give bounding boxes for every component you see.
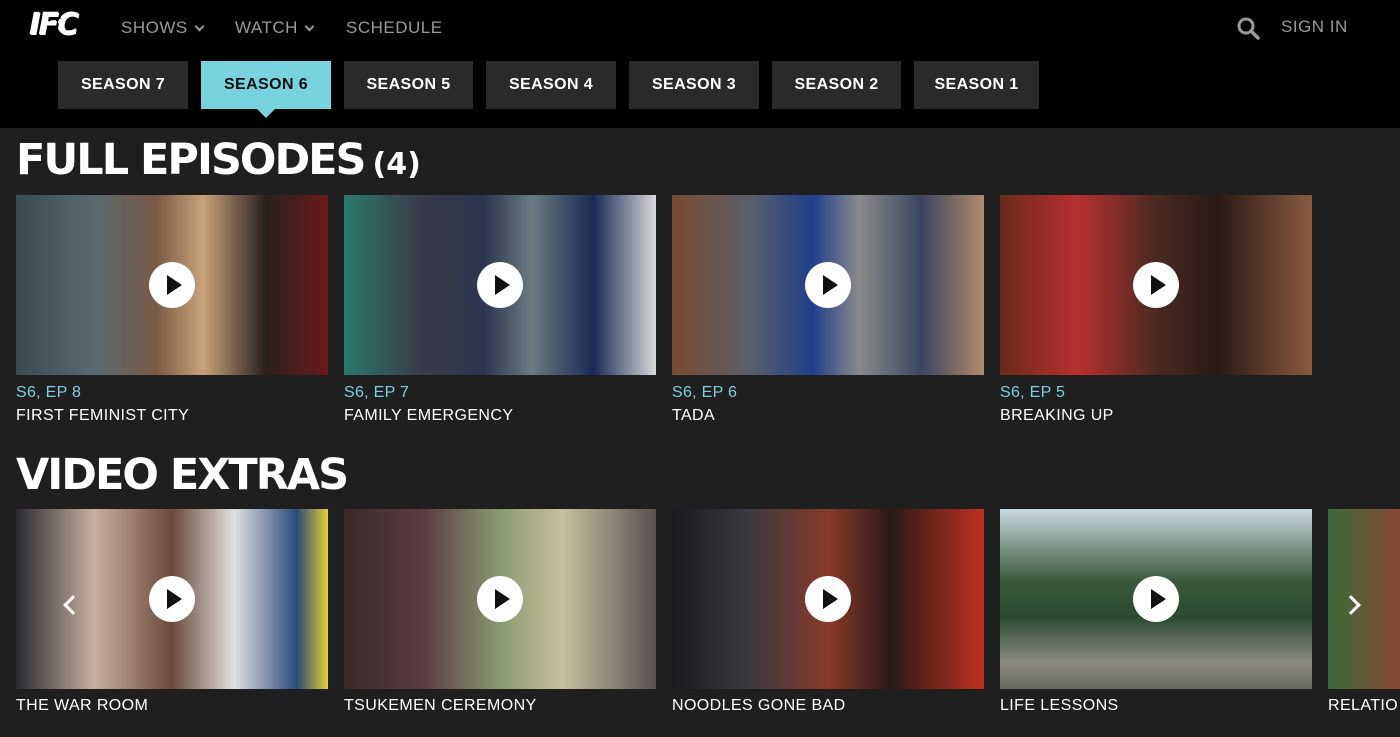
nav-shows-label: SHOWS bbox=[121, 18, 188, 37]
full-episodes-count: (4) bbox=[372, 147, 421, 182]
nav-shows[interactable]: SHOWS bbox=[121, 17, 205, 39]
episode-card[interactable]: S6, EP 8 FIRST FEMINIST CITY bbox=[16, 195, 328, 424]
episode-title[interactable]: TADA bbox=[672, 407, 715, 425]
chevron-down-icon bbox=[304, 21, 315, 31]
ifc-logo[interactable]: IFC bbox=[30, 8, 92, 44]
nav-schedule[interactable]: SCHEDULE bbox=[346, 17, 443, 39]
episode-card[interactable]: S6, EP 6 TADA bbox=[672, 195, 984, 424]
extra-thumbnail[interactable] bbox=[1000, 509, 1312, 689]
extra-title[interactable]: THE WAR ROOM bbox=[16, 697, 148, 715]
tab-season-3[interactable]: SEASON 3 bbox=[629, 61, 759, 109]
extra-card[interactable]: THE WAR ROOM bbox=[16, 509, 328, 714]
extra-title[interactable]: LIFE LESSONS bbox=[1000, 697, 1119, 715]
episode-number: S6, EP 8 bbox=[16, 384, 82, 401]
nav-schedule-label: SCHEDULE bbox=[346, 18, 443, 37]
tab-season-7[interactable]: SEASON 7 bbox=[58, 61, 188, 109]
play-icon[interactable] bbox=[149, 576, 195, 622]
full-episodes-title: FULL EPISODES bbox=[16, 135, 367, 185]
extra-card[interactable]: RELATIO bbox=[1328, 509, 1400, 714]
extra-card[interactable]: TSUKEMEN CEREMONY bbox=[344, 509, 656, 714]
top-navigation-bar: IFC SHOWS WATCH SCHEDULE SIGN IN SEASON … bbox=[0, 0, 1400, 128]
nav-watch[interactable]: WATCH bbox=[235, 17, 315, 39]
extra-title[interactable]: NOODLES GONE BAD bbox=[672, 697, 846, 715]
episode-title[interactable]: BREAKING UP bbox=[1000, 407, 1114, 425]
logo-text: IFC bbox=[30, 8, 80, 43]
full-episodes-heading: FULL EPISODES (4) bbox=[16, 135, 421, 190]
video-extras-heading: VIDEO EXTRAS bbox=[16, 450, 349, 500]
play-icon[interactable] bbox=[149, 262, 195, 308]
extra-title[interactable]: RELATIO bbox=[1328, 697, 1398, 715]
extra-card[interactable]: LIFE LESSONS bbox=[1000, 509, 1312, 714]
tab-season-1[interactable]: SEASON 1 bbox=[914, 61, 1039, 109]
episode-card[interactable]: S6, EP 7 FAMILY EMERGENCY bbox=[344, 195, 656, 424]
tab-season-5[interactable]: SEASON 5 bbox=[344, 61, 473, 109]
episode-number: S6, EP 7 bbox=[344, 384, 410, 401]
play-icon[interactable] bbox=[1133, 262, 1179, 308]
extra-card[interactable]: NOODLES GONE BAD bbox=[672, 509, 984, 714]
play-icon[interactable] bbox=[1133, 576, 1179, 622]
nav-watch-label: WATCH bbox=[235, 18, 298, 37]
episode-thumbnail[interactable] bbox=[1000, 195, 1312, 375]
episode-thumbnail[interactable] bbox=[16, 195, 328, 375]
episode-card[interactable]: S6, EP 5 BREAKING UP bbox=[1000, 195, 1312, 424]
extra-title[interactable]: TSUKEMEN CEREMONY bbox=[344, 697, 537, 715]
episode-number: S6, EP 5 bbox=[1000, 384, 1066, 401]
extra-thumbnail[interactable] bbox=[344, 509, 656, 689]
search-icon[interactable] bbox=[1236, 16, 1260, 40]
episode-title[interactable]: FIRST FEMINIST CITY bbox=[16, 407, 189, 425]
play-icon[interactable] bbox=[805, 576, 851, 622]
episode-number: S6, EP 6 bbox=[672, 384, 738, 401]
chevron-down-icon bbox=[194, 21, 205, 31]
sign-in-link[interactable]: SIGN IN bbox=[1281, 17, 1348, 37]
extra-thumbnail[interactable] bbox=[16, 509, 328, 689]
tab-season-4[interactable]: SEASON 4 bbox=[486, 61, 616, 109]
episode-thumbnail[interactable] bbox=[672, 195, 984, 375]
tab-season-6[interactable]: SEASON 6 bbox=[201, 61, 331, 118]
play-icon[interactable] bbox=[805, 262, 851, 308]
play-icon[interactable] bbox=[477, 262, 523, 308]
tab-season-2[interactable]: SEASON 2 bbox=[772, 61, 901, 109]
episode-title[interactable]: FAMILY EMERGENCY bbox=[344, 407, 513, 425]
episode-thumbnail[interactable] bbox=[344, 195, 656, 375]
extra-thumbnail[interactable] bbox=[1328, 509, 1400, 689]
play-icon[interactable] bbox=[477, 576, 523, 622]
extra-thumbnail[interactable] bbox=[672, 509, 984, 689]
